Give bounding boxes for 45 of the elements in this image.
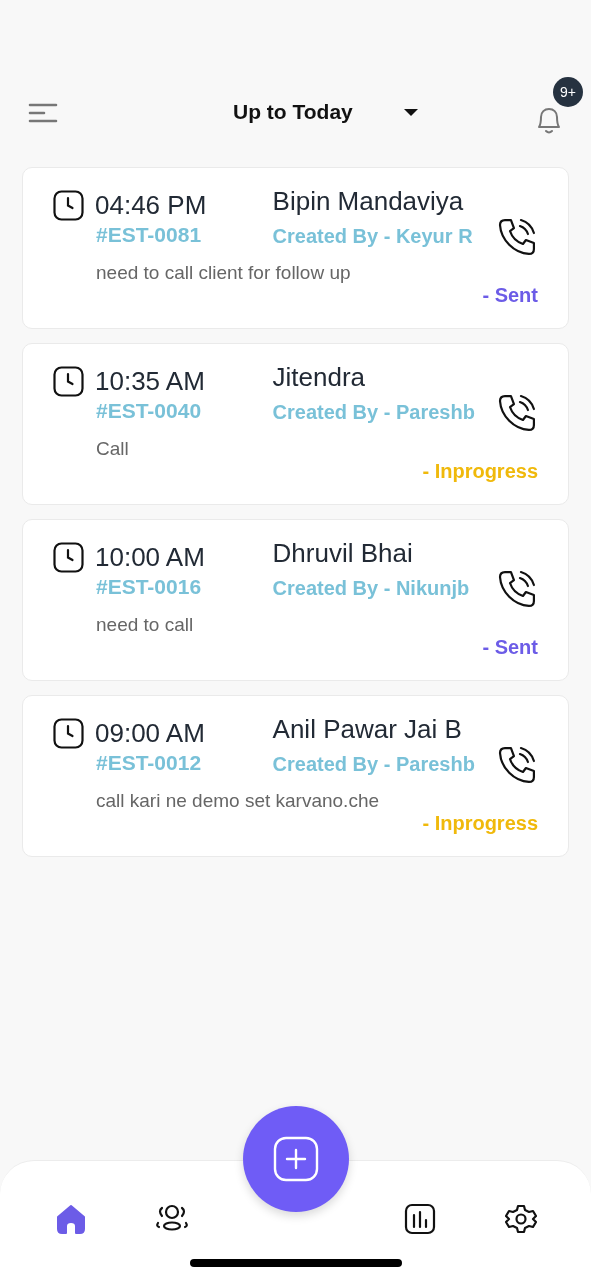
phone-icon[interactable] bbox=[496, 392, 538, 434]
estimate-id: #EST-0040 bbox=[96, 399, 203, 423]
chart-icon[interactable] bbox=[403, 1203, 436, 1235]
client-name: Jitendra bbox=[272, 362, 367, 393]
filter-dropdown[interactable]: Up to Today bbox=[233, 100, 419, 124]
people-icon[interactable] bbox=[154, 1203, 189, 1231]
appointment-card[interactable]: 10:35 AM #EST-0040 Jitendra Created By - Pareshb Call - Inprogress bbox=[22, 343, 569, 505]
appointment-note: need to call bbox=[96, 614, 194, 636]
client-name: Bipin Mandaviya bbox=[272, 186, 465, 217]
estimate-id: #EST-0016 bbox=[96, 575, 203, 599]
created-by-text: Created By - Keyur R bbox=[272, 225, 474, 248]
appointment-time: 10:00 AM bbox=[95, 542, 205, 573]
client-name: Dhruvil Bhai bbox=[272, 538, 414, 569]
appointment-time: 10:35 AM bbox=[95, 366, 205, 397]
clock-icon bbox=[53, 190, 84, 221]
notification-badge: 9+ bbox=[553, 77, 583, 107]
clock-icon bbox=[53, 366, 84, 397]
client-name: Anil Pawar Jai B bbox=[272, 714, 463, 745]
plus-icon bbox=[272, 1136, 319, 1182]
status-label: - Sent bbox=[482, 284, 538, 307]
menu-icon[interactable] bbox=[28, 103, 58, 123]
appointment-card[interactable]: 09:00 AM #EST-0012 Anil Pawar Jai B Created By - Pareshb call kari ne demo set karvano.che - Inprogress bbox=[22, 695, 569, 857]
settings-icon[interactable] bbox=[504, 1203, 537, 1235]
phone-icon[interactable] bbox=[496, 216, 538, 258]
status-label: - Inprogress bbox=[422, 812, 538, 835]
created-by-text: Created By - Nikunjb bbox=[272, 577, 471, 600]
home-icon[interactable] bbox=[54, 1203, 87, 1235]
estimate-id: #EST-0081 bbox=[96, 223, 203, 247]
clock-icon bbox=[53, 718, 84, 749]
appointment-note: call kari ne demo set karvano.che bbox=[96, 790, 380, 812]
clock-icon bbox=[53, 542, 84, 573]
phone-icon[interactable] bbox=[496, 744, 538, 786]
appointment-card[interactable]: 10:00 AM #EST-0016 Dhruvil Bhai Created By - Nikunjb need to call - Sent bbox=[22, 519, 569, 681]
status-label: - Inprogress bbox=[422, 460, 538, 483]
created-by-text: Created By - Pareshb bbox=[272, 753, 476, 776]
appointment-time: 04:46 PM bbox=[95, 190, 207, 221]
phone-icon[interactable] bbox=[496, 568, 538, 610]
appointment-note: Call bbox=[96, 438, 129, 460]
status-label: - Sent bbox=[482, 636, 538, 659]
caret-icon bbox=[402, 107, 419, 117]
estimate-id: #EST-0012 bbox=[96, 751, 203, 775]
appointment-time: 09:00 AM bbox=[95, 718, 205, 749]
appointment-card[interactable]: 04:46 PM #EST-0081 Bipin Mandaviya Created By - Keyur R need to call client for follow up - Sent bbox=[22, 167, 569, 329]
created-by-text: Created By - Pareshb bbox=[272, 401, 476, 424]
appointment-note: need to call client for follow up bbox=[96, 262, 351, 284]
